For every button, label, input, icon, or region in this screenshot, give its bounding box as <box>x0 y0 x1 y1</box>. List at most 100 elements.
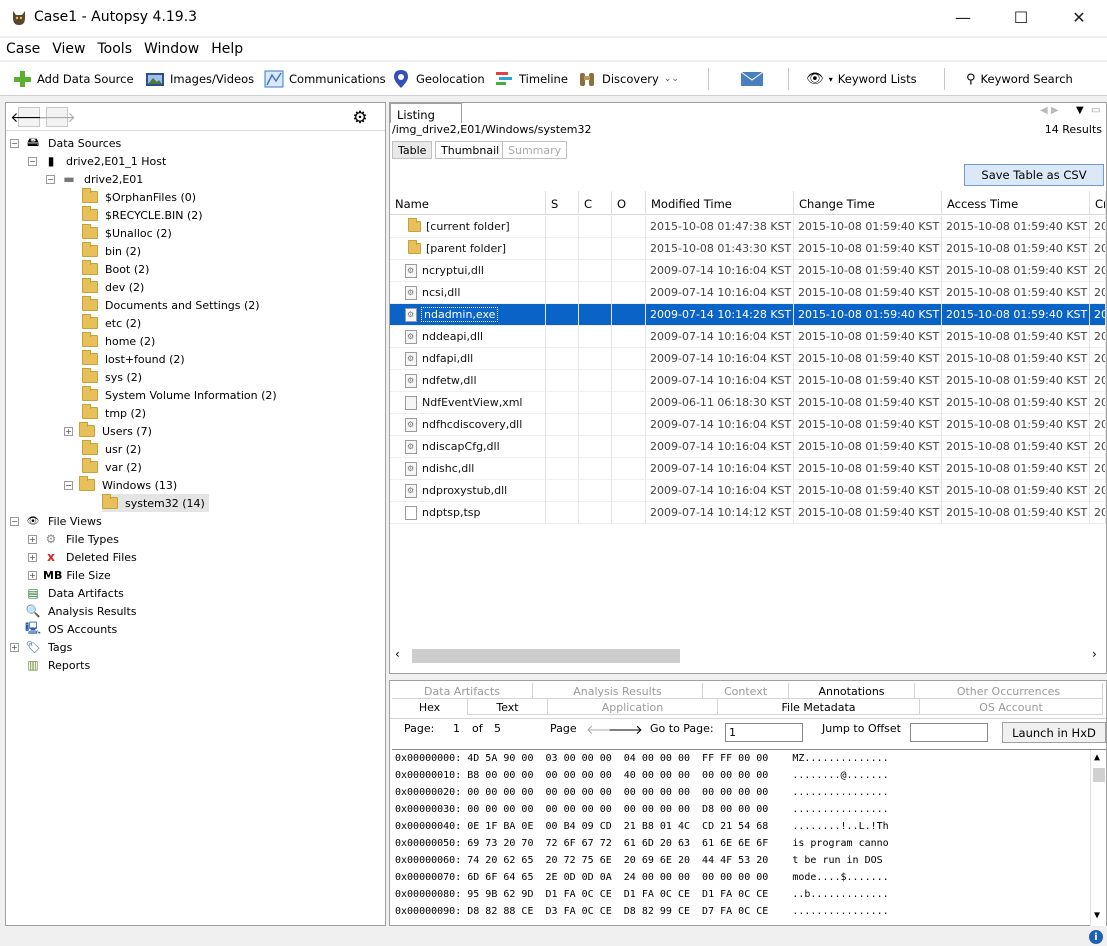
table-row[interactable]: ncsi,dll2009-07-14 10:16:04 KST2015-10-0… <box>390 282 1106 304</box>
hex-view[interactable]: 0x00000000: 4D 5A 90 00 03 00 00 00 04 0… <box>392 749 1106 926</box>
table-row[interactable]: ndadmin,exe2009-07-14 10:14:28 KST2015-1… <box>390 304 1106 326</box>
geolocation-button[interactable]: Geolocation <box>391 66 485 92</box>
scroll-left-icon[interactable]: ‹ <box>395 647 400 661</box>
tab-analysis-results[interactable]: Analysis Results <box>533 683 703 699</box>
table-row[interactable]: ndiscapCfg,dll2009-07-14 10:16:04 KST201… <box>390 436 1106 458</box>
tab-data-artifacts[interactable]: Data Artifacts <box>392 683 533 699</box>
tree-folder[interactable]: etc (2) <box>82 314 141 332</box>
collapse-icon[interactable]: − <box>28 156 37 166</box>
tree-folder[interactable]: $RECYCLE.BIN (2) <box>82 206 203 224</box>
keyword-lists-button[interactable]: 👁 ▾ Keyword Lists <box>806 66 917 92</box>
keyword-search-button[interactable]: ⚲ Keyword Search <box>966 66 1073 92</box>
table-row[interactable]: [current folder] 2015-10-08 01:47:38 KST 2… <box>390 216 1106 238</box>
minimize-button[interactable]: — <box>940 0 986 34</box>
col-access-time[interactable]: Access Time <box>942 191 1090 215</box>
tree-folder[interactable]: usr (2) <box>82 440 141 458</box>
scroll-down-icon[interactable]: ▼ <box>1094 910 1100 921</box>
tree-os-accounts[interactable]: 🖳 OS Accounts <box>25 620 117 638</box>
col-name[interactable]: Name <box>390 191 546 215</box>
tree-folder[interactable]: + Users (7) <box>64 422 152 440</box>
tree-folder[interactable]: lost+found (2) <box>82 350 185 368</box>
tree-folder[interactable]: bin (2) <box>82 242 141 260</box>
collapse-icon[interactable]: − <box>10 516 19 526</box>
close-button[interactable]: ✕ <box>1056 0 1102 34</box>
col-change-time[interactable]: Change Time <box>794 191 942 215</box>
discovery-button[interactable]: Discovery ⌄⌄ <box>577 66 679 92</box>
menu-window[interactable]: Window <box>138 41 205 57</box>
tree-folder[interactable]: − Windows (13) <box>64 476 177 494</box>
tab-application[interactable]: Application <box>548 699 718 715</box>
expand-icon[interactable]: + <box>64 426 73 436</box>
tree-file-types[interactable]: + ⚙ File Types <box>28 530 119 548</box>
back-arrow-icon[interactable]: 🡐 <box>10 107 48 127</box>
forward-arrow-icon[interactable]: 🡒 <box>38 107 76 127</box>
tree-folder-selected[interactable]: system32 (14) <box>102 494 209 512</box>
tab-text[interactable]: Text <box>468 699 548 715</box>
vertical-scrollbar[interactable]: ▲ ▼ <box>1090 750 1106 926</box>
tree-data-sources[interactable]: − 🖴 Data Sources <box>10 134 121 152</box>
scrollbar-thumb[interactable] <box>412 649 680 663</box>
tree-deleted-files[interactable]: + x Deleted Files <box>28 548 137 566</box>
collapse-icon[interactable]: − <box>64 480 73 490</box>
tree-folder[interactable]: home (2) <box>82 332 155 350</box>
scroll-right-icon[interactable]: › <box>1092 647 1097 661</box>
col-s[interactable]: S <box>546 191 579 215</box>
tab-file-metadata[interactable]: File Metadata <box>718 699 920 715</box>
menu-view[interactable]: View <box>46 41 91 57</box>
menu-help[interactable]: Help <box>205 41 249 57</box>
communications-button[interactable]: Communications <box>264 66 386 92</box>
tab-table[interactable]: Table <box>392 141 433 159</box>
table-row[interactable]: ndfetw,dll2009-07-14 10:16:04 KST2015-10… <box>390 370 1106 392</box>
tree-image[interactable]: − ▬ drive2,E01 <box>46 170 143 188</box>
tree-folder[interactable]: $OrphanFiles (0) <box>82 188 196 206</box>
jump-offset-input[interactable] <box>910 723 988 742</box>
table-row[interactable]: ndproxystub,dll2009-07-14 10:16:04 KST20… <box>390 480 1106 502</box>
images-videos-button[interactable]: Images/Videos <box>145 66 254 92</box>
tree-folder[interactable]: tmp (2) <box>82 404 146 422</box>
col-created-time[interactable]: Cr <box>1090 191 1106 215</box>
tree-folder[interactable]: dev (2) <box>82 278 144 296</box>
tab-summary[interactable]: Summary <box>502 141 568 159</box>
add-data-source-button[interactable]: Add Data Source <box>12 66 134 92</box>
expand-icon[interactable]: + <box>10 642 19 652</box>
tab-listing[interactable]: Listing <box>390 103 462 123</box>
tree-folder[interactable]: Boot (2) <box>82 260 149 278</box>
horizontal-scrollbar[interactable]: ‹ › <box>390 644 1106 666</box>
menu-tools[interactable]: Tools <box>92 41 139 57</box>
table-row[interactable]: NdfEventView,xml 2009-06-11 06:18:30 KST 2… <box>390 392 1106 414</box>
timeline-button[interactable]: Timeline <box>494 66 568 92</box>
panel-menu-icon[interactable]: ▼ <box>1076 105 1084 116</box>
tab-os-account[interactable]: OS Account <box>920 699 1103 715</box>
tree-folder[interactable]: System Volume Information (2) <box>82 386 277 404</box>
collapse-icon[interactable]: − <box>46 174 55 184</box>
tree-file-views[interactable]: − 👁 File Views <box>10 512 102 530</box>
tab-hex[interactable]: Hex <box>392 699 468 715</box>
goto-page-input[interactable]: 1 <box>725 723 803 742</box>
gear-icon[interactable]: ⚙ <box>349 107 371 129</box>
maximize-button[interactable]: ☐ <box>998 0 1044 34</box>
expand-icon[interactable]: + <box>28 534 37 544</box>
tab-thumbnail[interactable]: Thumbnail <box>435 141 506 159</box>
table-row[interactable]: ndishc,dll2009-07-14 10:16:04 KST2015-10… <box>390 458 1106 480</box>
next-page-icon[interactable]: 🡒 <box>608 722 643 738</box>
table-row[interactable]: [parent folder] 2015-10-08 01:43:30 KST 20… <box>390 238 1106 260</box>
tab-annotations[interactable]: Annotations <box>789 683 915 699</box>
tree-data-artifacts[interactable]: ▤ Data Artifacts <box>25 584 124 602</box>
col-c[interactable]: C <box>579 191 612 215</box>
table-row[interactable]: ndfhcdiscovery,dll 2009-07-14 10:16:04 KS… <box>390 414 1106 436</box>
tree-folder[interactable]: sys (2) <box>82 368 142 386</box>
col-modified-time[interactable]: Modified Time <box>646 191 794 215</box>
collapse-icon[interactable]: − <box>10 138 19 148</box>
tree-folder[interactable]: var (2) <box>82 458 142 476</box>
scroll-up-icon[interactable]: ▲ <box>1094 752 1100 763</box>
tree-file-size[interactable]: + MB File Size <box>28 566 111 584</box>
table-row[interactable]: ndfapi,dll2009-07-14 10:16:04 KST2015-10… <box>390 348 1106 370</box>
tree-host[interactable]: − ▮ drive2,E01_1 Host <box>28 152 166 170</box>
tree-reports[interactable]: ▥ Reports <box>25 656 90 674</box>
maximize-panel-icon[interactable]: ▭ <box>1091 105 1100 116</box>
expand-icon[interactable]: + <box>28 552 37 562</box>
tree-analysis-results[interactable]: 🔍 Analysis Results <box>25 602 137 620</box>
table-row[interactable]: nddeapi,dll2009-07-14 10:16:04 KST2015-1… <box>390 326 1106 348</box>
panel-nav-arrows-icon[interactable]: ◀ ▶ <box>1040 105 1059 116</box>
col-o[interactable]: O <box>612 191 646 215</box>
